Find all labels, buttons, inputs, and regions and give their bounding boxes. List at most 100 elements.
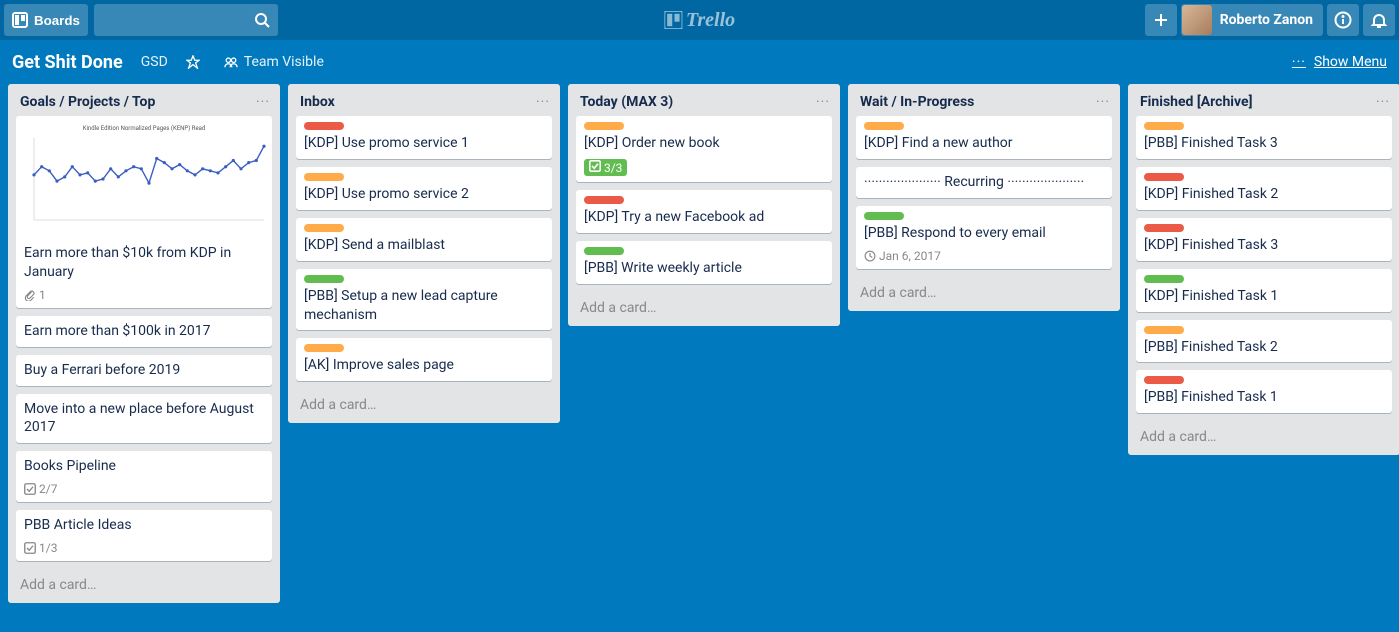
card[interactable]: PBB Article Ideas 1/3 [16,510,272,561]
card-labels [584,247,824,255]
card-label-orange [304,224,344,232]
card[interactable]: Kindle Edition Normalized Pages (KENP) R… [16,116,272,308]
list: Inbox ··· [KDP] Use promo service 1 [KDP… [288,84,560,423]
card-labels [1144,122,1384,130]
info-button[interactable] [1327,4,1359,36]
boards-button[interactable]: Boards [4,4,88,36]
card-title: [KDP] Finished Task 3 [1144,236,1384,255]
add-card-button[interactable]: Add a card… [288,389,560,423]
checklist-badge: 2/7 [24,482,57,496]
card[interactable]: Books Pipeline 2/7 [16,451,272,502]
card-label-red [304,122,344,130]
card[interactable]: Move into a new place before August 2017 [16,394,272,444]
card[interactable]: ····················· Recurring ········… [856,167,1112,198]
list-title[interactable]: Goals / Projects / Top [20,94,256,110]
board-title[interactable]: Get Shit Done [12,52,123,73]
add-card-button[interactable]: Add a card… [1128,421,1399,455]
card-labels [864,122,1104,130]
card-labels [1144,173,1384,181]
add-card-button[interactable]: Add a card… [848,277,1120,311]
card[interactable]: [KDP] Finished Task 1 [1136,269,1392,312]
list: Finished [Archive] ··· [PBB] Finished Ta… [1128,84,1399,455]
bell-icon [1370,11,1388,29]
card-title: PBB Article Ideas [24,516,264,535]
card[interactable]: [AK] Improve sales page [296,338,552,381]
list-header: Goals / Projects / Top ··· [8,84,280,116]
checklist-icon [24,483,36,495]
card-labels [1144,275,1384,283]
card-label-green [584,247,624,255]
avatar [1182,5,1212,35]
clock-icon [864,250,876,262]
list-title[interactable]: Finished [Archive] [1140,94,1376,110]
card[interactable]: [PBB] Setup a new lead capture mechanism [296,269,552,331]
visibility-button[interactable]: Team Visible [224,54,324,70]
card-labels [864,212,1104,220]
list-menu-button[interactable]: ··· [536,94,550,110]
card-title: [KDP] Send a mailblast [304,236,544,255]
card[interactable]: [KDP] Send a mailblast [296,218,552,261]
card-labels [584,122,824,130]
user-menu[interactable]: Roberto Zanon [1181,4,1323,36]
card[interactable]: Earn more than $100k in 2017 [16,316,272,347]
notifications-button[interactable] [1363,4,1395,36]
card[interactable]: [KDP] Use promo service 2 [296,167,552,210]
card[interactable]: [KDP] Use promo service 1 [296,116,552,159]
search-icon [254,12,270,28]
list-header: Inbox ··· [288,84,560,116]
list-title[interactable]: Wait / In-Progress [860,94,1096,110]
search-input[interactable] [94,4,278,36]
paperclip-icon [24,289,36,301]
card-labels [304,224,544,232]
card-badges: 1 [24,288,264,302]
card[interactable]: [KDP] Try a new Facebook ad [576,190,832,233]
add-card-button[interactable]: Add a card… [8,569,280,603]
app-logo[interactable]: Trello [664,9,735,32]
card[interactable]: [PBB] Finished Task 1 [1136,370,1392,413]
card[interactable]: [KDP] Finished Task 3 [1136,218,1392,261]
card[interactable]: [KDP] Order new book 3/3 [576,116,832,182]
card[interactable]: [KDP] Find a new author [856,116,1112,159]
list-menu-button[interactable]: ··· [1096,94,1110,110]
card-labels [304,173,544,181]
board-short-code[interactable]: GSD [141,54,168,70]
visibility-label: Team Visible [244,54,324,70]
card-title: [PBB] Write weekly article [584,259,824,278]
card-label-red [1144,173,1184,181]
list-menu-button[interactable]: ··· [256,94,270,110]
boards-icon [12,12,28,28]
card-labels [304,122,544,130]
board-header: Get Shit Done GSD Team Visible ··· Show … [0,40,1399,84]
list-menu-button[interactable]: ··· [816,94,830,110]
star-board-button[interactable] [186,55,206,69]
list-menu-button[interactable]: ··· [1376,94,1390,110]
card-title: [PBB] Finished Task 2 [1144,338,1384,357]
list-header: Finished [Archive] ··· [1128,84,1399,116]
card-label-orange [1144,122,1184,130]
card-label-orange [1144,326,1184,334]
card[interactable]: [PBB] Finished Task 2 [1136,320,1392,363]
card[interactable]: [PBB] Write weekly article [576,241,832,284]
list-cards: [PBB] Finished Task 3 [KDP] Finished Tas… [1128,116,1399,421]
list-header: Today (MAX 3) ··· [568,84,840,116]
card-label-red [584,196,624,204]
card-title: [KDP] Order new book [584,134,824,153]
list: Today (MAX 3) ··· [KDP] Order new book 3… [568,84,840,326]
card[interactable]: [PBB] Finished Task 3 [1136,116,1392,159]
add-card-button[interactable]: Add a card… [568,292,840,326]
list-title[interactable]: Today (MAX 3) [580,94,816,110]
attachment-badge: 1 [24,288,46,302]
list-title[interactable]: Inbox [300,94,536,110]
list: Goals / Projects / Top ··· Kindle Editio… [8,84,280,603]
team-icon [224,55,238,69]
create-button[interactable] [1145,4,1177,36]
show-menu-button[interactable]: ··· Show Menu [1292,54,1387,70]
card-label-orange [304,173,344,181]
board-canvas: Goals / Projects / Top ··· Kindle Editio… [0,84,1399,632]
list-cards: Kindle Edition Normalized Pages (KENP) R… [8,116,280,569]
checklist-badge: 1/3 [24,541,57,555]
card[interactable]: Buy a Ferrari before 2019 [16,355,272,386]
card[interactable]: [KDP] Finished Task 2 [1136,167,1392,210]
card[interactable]: [PBB] Respond to every email Jan 6, 2017 [856,206,1112,269]
trello-logo-icon [664,11,682,29]
